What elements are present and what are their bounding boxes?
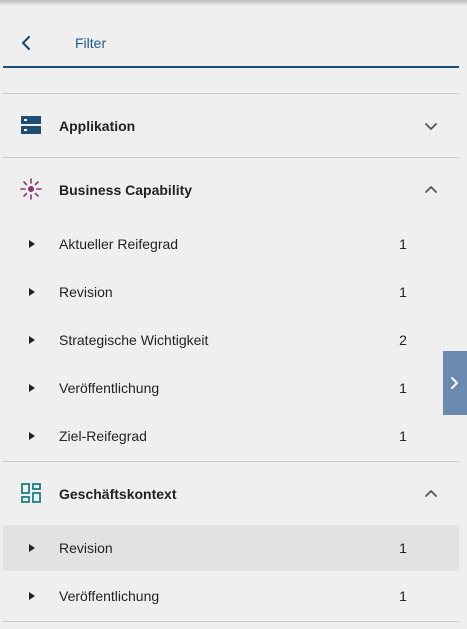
filter-item[interactable]: Ziel-Reifegrad 1 — [3, 413, 459, 459]
server-icon — [19, 113, 43, 137]
filter-item-selected[interactable]: Revision 1 — [3, 525, 459, 571]
back-button[interactable] — [17, 32, 37, 54]
filter-item-count: 1 — [399, 380, 407, 396]
caret-right-icon — [27, 589, 37, 603]
filter-item-count: 1 — [399, 284, 407, 300]
filter-item-label: Strategische Wichtigkeit — [59, 332, 209, 348]
filter-item[interactable]: Veröffentlichung 1 — [3, 573, 459, 619]
chevron-right-icon — [451, 377, 458, 389]
section-label: Applikation — [59, 118, 136, 134]
caret-right-icon — [27, 381, 37, 395]
filter-item[interactable]: Revision 1 — [3, 269, 459, 315]
filter-item-count: 1 — [399, 428, 407, 444]
caret-right-icon — [27, 429, 37, 443]
capability-burst-icon — [19, 177, 43, 201]
filter-item-count: 2 — [399, 332, 407, 348]
filter-item[interactable]: Strategische Wichtigkeit 2 — [3, 317, 459, 363]
filter-item-count: 1 — [399, 588, 407, 604]
section-label: Geschäftskontext — [59, 486, 177, 502]
filter-item-label: Veröffentlichung — [59, 380, 160, 396]
chevron-up-icon — [421, 180, 441, 200]
caret-right-icon — [27, 541, 37, 555]
expand-panel-button[interactable] — [443, 351, 467, 415]
filter-item[interactable]: Veröffentlichung 1 — [3, 365, 459, 411]
filter-item-count: 1 — [399, 540, 407, 556]
section-business-capability[interactable]: Business Capability — [3, 158, 459, 220]
caret-right-icon — [27, 237, 37, 251]
filter-item-label: Ziel-Reifegrad — [59, 428, 147, 444]
filter-item-label: Veröffentlichung — [59, 588, 160, 604]
caret-right-icon — [27, 285, 37, 299]
filter-item-label: Revision — [59, 540, 113, 556]
dashboard-icon — [19, 481, 43, 505]
filter-item-label: Aktueller Reifegrad — [59, 236, 179, 252]
caret-right-icon — [27, 333, 37, 347]
filter-item-label: Revision — [59, 284, 113, 300]
section-geschaeftskontext[interactable]: Geschäftskontext — [3, 462, 459, 524]
section-applikation[interactable]: Applikation — [3, 94, 459, 156]
filter-header: Filter — [3, 20, 459, 68]
chevron-up-icon — [421, 484, 441, 504]
page-title: Filter — [75, 35, 107, 51]
top-shadow — [0, 0, 467, 6]
section-label: Business Capability — [59, 182, 193, 198]
chevron-down-icon — [421, 116, 441, 136]
divider — [3, 621, 459, 622]
filter-panel: Filter Applikation Business Capability A… — [0, 0, 467, 629]
chevron-left-icon — [21, 35, 31, 51]
filter-item[interactable]: Aktueller Reifegrad 1 — [3, 221, 459, 267]
filter-item-count: 1 — [399, 236, 407, 252]
